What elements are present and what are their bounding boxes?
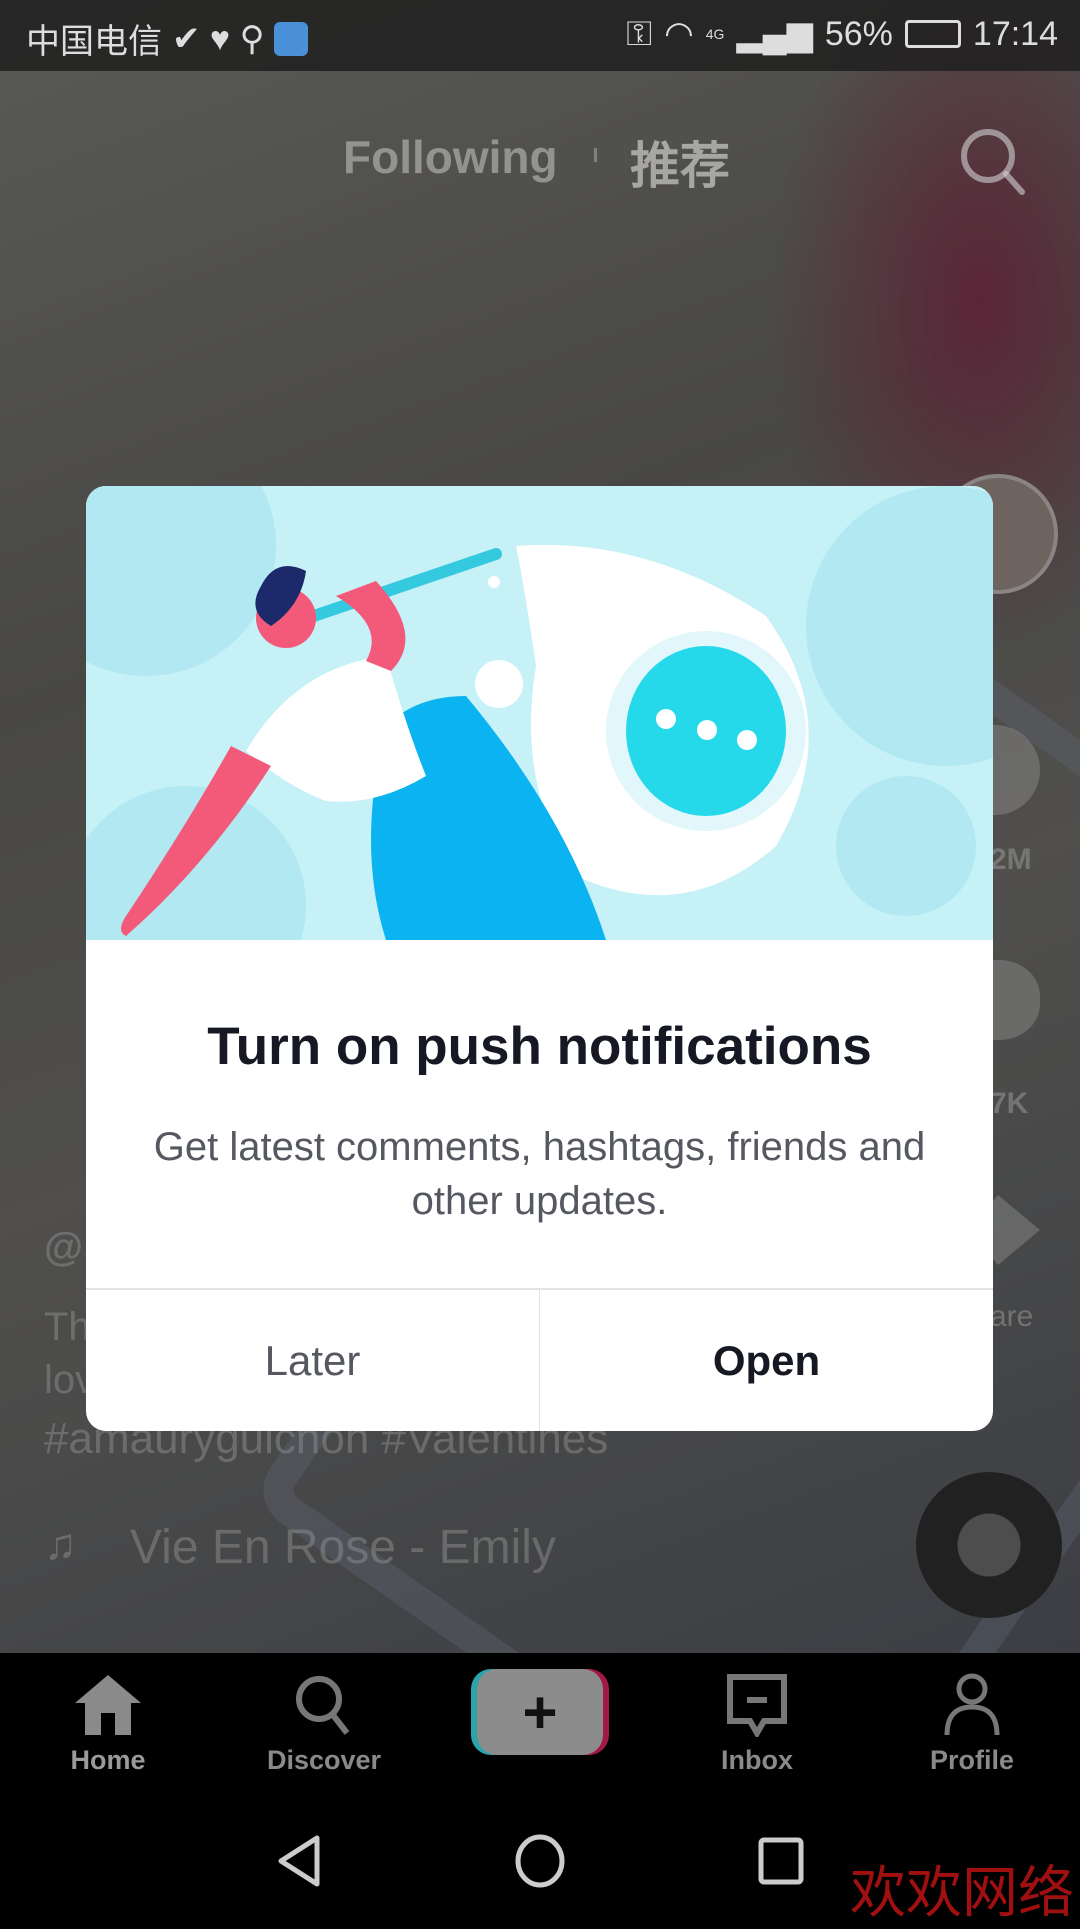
dialog-body: Get latest comments, hashtags, friends a…	[153, 1125, 926, 1223]
clock: 17:14	[972, 14, 1058, 53]
inbox-icon	[727, 1674, 787, 1737]
nav-inbox-label: Inbox	[721, 1745, 793, 1775]
nav-discover-label: Discover	[266, 1745, 382, 1775]
bottom-nav: Home Discover + Inbox Profile	[0, 1653, 1080, 1788]
nav-profile[interactable]: Profile	[892, 1673, 1052, 1776]
later-button[interactable]: Later	[86, 1290, 540, 1431]
app-icon	[274, 21, 309, 56]
dialog-title: Turn on push notifications	[207, 1017, 872, 1076]
search-icon	[296, 1676, 350, 1735]
tab-divider	[594, 148, 597, 162]
push-notification-dialog: Turn on push notifications Get latest co…	[86, 486, 993, 1431]
vpn-key-icon: ⚿	[626, 14, 653, 53]
search-icon[interactable]	[958, 126, 1028, 196]
home-circle-icon[interactable]	[514, 1834, 566, 1888]
nav-profile-label: Profile	[929, 1745, 1015, 1775]
status-bar: 中国电信 ✔ ♥ ⚲ ⚿ ◠ 4G ▂▄▆ 56% 17:14	[0, 0, 1080, 71]
battery-percent: 56%	[824, 14, 893, 53]
wifi-icon: ◠	[664, 15, 694, 53]
carrier: 中国电信	[26, 23, 162, 61]
watermark: 欢欢网络	[850, 1861, 1074, 1926]
nav-home-label: Home	[70, 1745, 146, 1775]
notification-illustration	[86, 486, 993, 940]
nav-inbox[interactable]: Inbox	[677, 1673, 837, 1776]
open-button[interactable]: Open	[540, 1290, 993, 1431]
nav-home[interactable]: Home	[28, 1673, 188, 1776]
profile-icon	[944, 1673, 1000, 1736]
signal-icon: ▂▄▆	[736, 15, 813, 53]
battery-icon	[904, 20, 961, 48]
recents-icon[interactable]	[757, 1836, 805, 1886]
tab-following[interactable]: Following	[343, 130, 558, 184]
back-icon[interactable]	[275, 1834, 325, 1888]
network-type: 4G	[705, 26, 725, 42]
nav-create[interactable]: +	[460, 1669, 620, 1755]
home-icon	[75, 1675, 141, 1735]
plus-icon: +	[477, 1669, 603, 1755]
app-notification-icons: ✔ ♥ ⚲	[172, 19, 265, 58]
nav-discover[interactable]: Discover	[244, 1673, 404, 1776]
tab-for-you[interactable]: 推荐	[630, 126, 730, 198]
